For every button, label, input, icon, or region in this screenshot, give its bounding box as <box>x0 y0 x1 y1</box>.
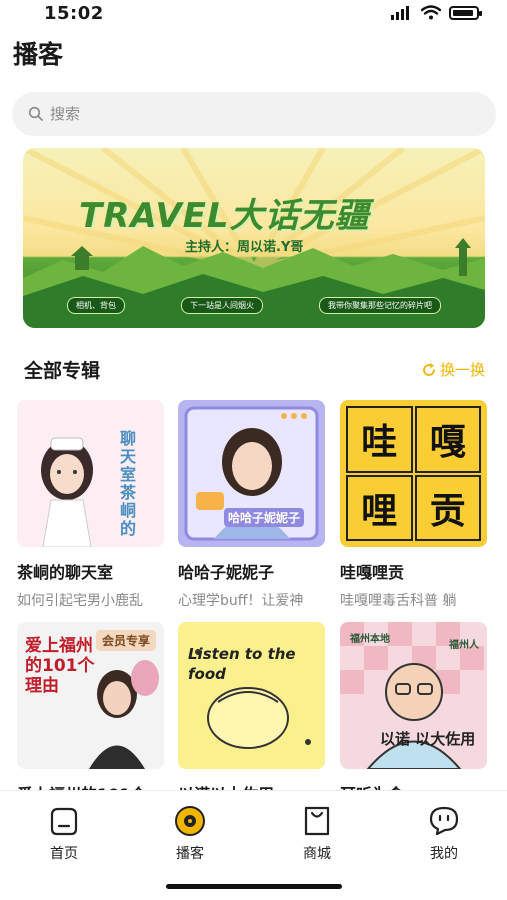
shop-bag-icon <box>304 806 330 836</box>
album-cover: 哈哈子妮妮子 <box>178 400 325 547</box>
tab-label: 商城 <box>303 846 331 862</box>
refresh-label: 换一换 <box>439 361 485 379</box>
banner-tags: 相机、背包 下一站是人间烟火 我带你聚集那些记忆的碎片吧 <box>23 297 485 314</box>
refresh-icon <box>423 362 435 376</box>
album-card[interactable]: 爱上福州的101个理由 会员专享 爱上福州的101个 <box>17 622 164 805</box>
album-cover-text: 以诺 以大佐用 <box>380 730 476 748</box>
home-icon <box>50 807 78 836</box>
tab-label: 我的 <box>430 846 458 862</box>
album-cover: 聊天室 茶峒的 <box>17 400 164 547</box>
banner-title: TRAVEL大话无疆 <box>79 196 370 236</box>
page-title: 播客 <box>13 40 64 69</box>
album-title: 哇嘎哩贡 <box>340 563 405 582</box>
section-title: 全部专辑 <box>24 360 101 382</box>
album-cover: 爱上福州的101个理由 会员专享 <box>17 622 164 769</box>
status-bar: 15:02 <box>0 0 507 28</box>
album-cover-char: 贡 <box>414 474 481 541</box>
album-cover-tag: 福州本地 <box>350 634 390 645</box>
album-cover-char: 哇 <box>346 406 413 473</box>
cellular-signal-icon <box>391 5 409 20</box>
banner-tag: 我带你聚集那些记忆的碎片吧 <box>319 297 441 314</box>
album-subtitle: 如何引起宅男小鹿乱 <box>17 593 143 609</box>
featured-banner[interactable]: TRAVEL大话无疆 主持人：周以诺.Y哥 相机、背包 下一站是人间烟火 我带你… <box>23 148 485 328</box>
album-card[interactable]: 聊天室 茶峒的 茶峒的聊天室 如何引起宅男小鹿乱 <box>17 400 164 610</box>
album-cover: Listen to the food <box>178 622 325 769</box>
album-cover: 哇 嘎 哩 贡 <box>340 400 487 547</box>
wifi-icon <box>421 5 441 20</box>
search-bar[interactable] <box>12 92 496 136</box>
tab-shop[interactable]: 商城 <box>277 805 357 863</box>
album-subtitle: 哇嘎哩毒舌科普 躺 <box>340 593 457 609</box>
banner-tag: 下一站是人间烟火 <box>181 297 263 314</box>
album-card[interactable]: 哈哈子妮妮子 哈哈子妮妮子 心理学buff！让爱神 <box>178 400 325 610</box>
tab-profile[interactable]: 我的 <box>404 805 484 863</box>
podcast-icon <box>175 806 205 836</box>
banner-host: 主持人：周以诺.Y哥 <box>185 240 304 255</box>
tab-home[interactable]: 首页 <box>24 805 104 863</box>
album-card[interactable]: Listen to the food 以诺以大佐用 <box>178 622 325 805</box>
album-cover-char: 嘎 <box>414 406 481 473</box>
tab-label: 播客 <box>176 846 204 862</box>
status-time: 15:02 <box>44 3 104 24</box>
album-cover-text: Listen to the food <box>188 645 296 683</box>
album-card[interactable]: 福州本地 福州人 以诺 以大佐用 耳听为食 <box>340 622 487 805</box>
album-cover-char: 哩 <box>346 474 413 541</box>
album-cover-text: 聊天室 茶峒的 <box>120 429 137 538</box>
album-cover: 福州本地 福州人 以诺 以大佐用 <box>340 622 487 769</box>
profile-icon <box>429 806 459 836</box>
vip-badge: 会员专享 <box>95 630 156 651</box>
album-title: 茶峒的聊天室 <box>17 563 114 582</box>
banner-tag: 相机、背包 <box>67 297 125 314</box>
tab-label: 首页 <box>50 846 78 862</box>
status-icons <box>391 5 482 20</box>
tab-podcast[interactable]: 播客 <box>150 805 230 863</box>
home-indicator <box>166 884 342 889</box>
search-input[interactable] <box>50 105 450 123</box>
album-cover-tag: 福州人 <box>449 640 479 651</box>
battery-icon <box>449 5 482 20</box>
album-cover-text: 哈哈子妮妮子 <box>224 508 305 527</box>
album-subtitle: 心理学buff！让爱神 <box>178 593 304 609</box>
album-card[interactable]: 哇 嘎 哩 贡 哇嘎哩贡 哇嘎哩毒舌科普 躺 <box>340 400 487 610</box>
refresh-button[interactable]: 换一换 <box>421 359 485 380</box>
album-cover-text: 爱上福州的101个理由 <box>25 636 95 696</box>
album-cover-grid: 哇 嘎 哩 贡 <box>346 406 481 541</box>
search-icon <box>28 106 43 121</box>
album-title: 哈哈子妮妮子 <box>178 563 275 582</box>
